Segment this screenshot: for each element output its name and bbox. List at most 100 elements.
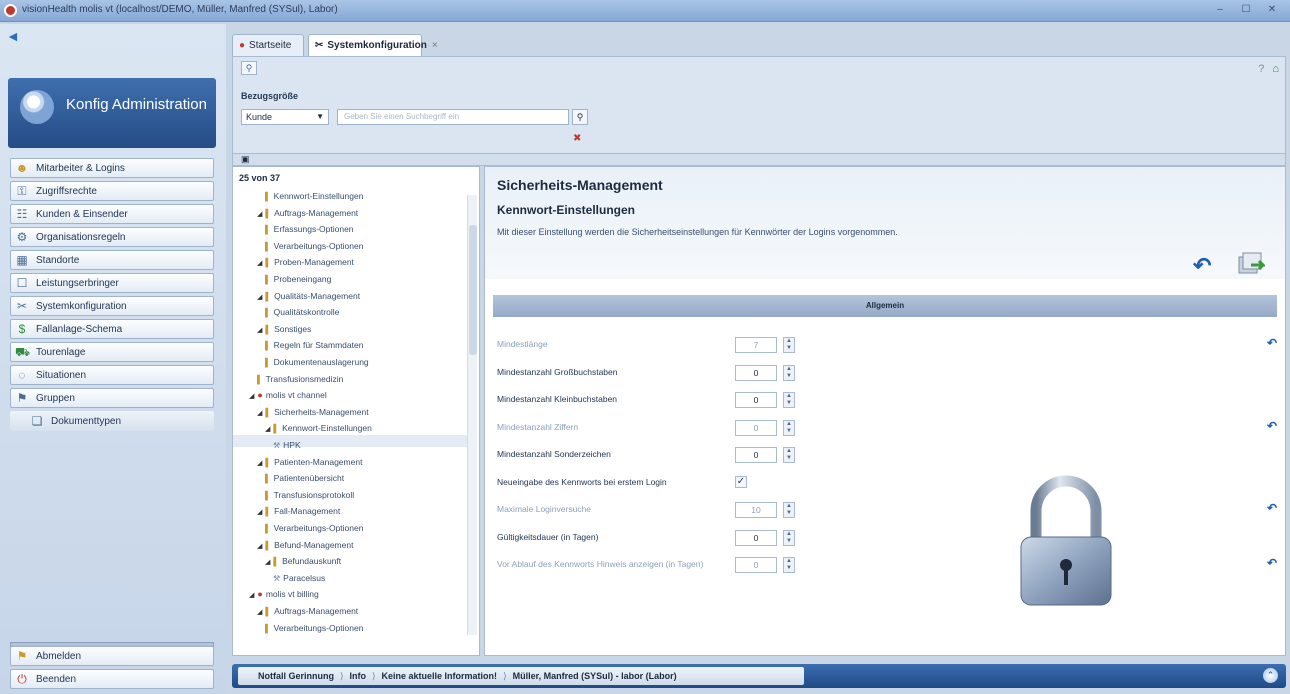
- nav-item-fallanlage-schema[interactable]: $ Fallanlage-Schema: [10, 319, 214, 339]
- tree-node[interactable]: ▌ Transfusionsprotokoll: [265, 490, 354, 500]
- expand-status-icon[interactable]: ⌃: [1263, 668, 1278, 683]
- setting-value-input[interactable]: 0: [735, 557, 777, 573]
- scrollbar-thumb[interactable]: [469, 225, 477, 355]
- nav-item-kunden-einsender[interactable]: ☷ Kunden & Einsender: [10, 204, 214, 224]
- setting-stepper[interactable]: 10 ▲ ▼: [735, 502, 805, 518]
- expand-toggle-icon[interactable]: ◢: [257, 293, 262, 301]
- status-item-notfall[interactable]: Notfall Gerinnung: [258, 671, 334, 681]
- nav-item-situationen[interactable]: ◌ Situationen: [10, 365, 214, 385]
- tree-node[interactable]: ⚒ Paracelsus: [273, 573, 325, 583]
- setting-stepper[interactable]: 0 ▲ ▼: [735, 419, 805, 436]
- tree-node[interactable]: ◢ ▌ Auftrags-Management: [257, 208, 358, 218]
- tree-node[interactable]: ▌ Dokumentenauslagerung: [265, 357, 369, 367]
- setting-stepper[interactable]: 0 ▲ ▼: [735, 447, 805, 463]
- tree-node[interactable]: ◢ ▌ Auftrags-Management: [257, 606, 358, 616]
- expand-toggle-icon[interactable]: ◢: [257, 210, 262, 218]
- status-item-information[interactable]: Keine aktuelle Information!: [382, 671, 498, 681]
- logout-button[interactable]: ⚑ Abmelden: [10, 646, 214, 666]
- reset-setting-icon[interactable]: ↶: [1267, 501, 1277, 515]
- close-window-button[interactable]: ✕: [1262, 3, 1282, 17]
- stepper-arrows-icon[interactable]: ▲ ▼: [783, 337, 795, 353]
- tree-node[interactable]: ▌ Transfusionsmedizin: [257, 374, 343, 384]
- tree-node[interactable]: ▌ Patientenübersicht: [265, 473, 344, 483]
- minimize-button[interactable]: –: [1210, 3, 1230, 17]
- setting-stepper[interactable]: 7 ▲ ▼: [735, 337, 805, 353]
- tree-node[interactable]: ◢ ▌ Befund-Management: [257, 540, 353, 550]
- expand-toggle-icon[interactable]: ◢: [265, 425, 270, 433]
- reset-setting-icon[interactable]: ↶: [1267, 556, 1277, 570]
- tree-node[interactable]: ▌ Kennwort-Einstellungen: [265, 191, 363, 201]
- setting-value-input[interactable]: 0: [735, 419, 777, 436]
- clear-search-icon[interactable]: ✖: [573, 133, 581, 144]
- expand-toggle-icon[interactable]: ◢: [257, 542, 262, 550]
- nav-item-leistungserbringer[interactable]: ☐ Leistungserbringer: [10, 273, 214, 293]
- save-icon[interactable]: ▣: [241, 154, 250, 165]
- setting-stepper[interactable]: 0 ▲ ▼: [735, 529, 805, 546]
- nav-item-organisationsregeln[interactable]: ⚙ Organisationsregeln: [10, 227, 214, 247]
- nav-item-standorte[interactable]: ▦ Standorte: [10, 250, 214, 270]
- tree-node[interactable]: ▌ Qualitätskontrolle: [265, 307, 339, 317]
- expand-toggle-icon[interactable]: ◢: [249, 392, 254, 400]
- nav-item-zugriffsrechte[interactable]: ⚿ Zugriffsrechte: [10, 181, 214, 201]
- tree-node[interactable]: ▌ Regeln für Stammdaten: [265, 340, 363, 350]
- stepper-arrows-icon[interactable]: ▲ ▼: [783, 364, 795, 381]
- setting-stepper[interactable]: 0 ▲ ▼: [735, 557, 805, 573]
- setting-value-input[interactable]: 0: [735, 392, 777, 408]
- first-login-checkbox[interactable]: ✓: [735, 475, 747, 488]
- expand-toggle-icon[interactable]: ◢: [257, 459, 262, 467]
- setting-value-input[interactable]: 10: [735, 502, 777, 518]
- nav-item-systemkonfiguration[interactable]: ✂ Systemkonfiguration: [10, 296, 214, 316]
- stepper-arrows-icon[interactable]: ▲ ▼: [783, 529, 795, 546]
- stepper-arrows-icon[interactable]: ▲ ▼: [783, 502, 795, 518]
- expand-toggle-icon[interactable]: ◢: [257, 409, 262, 417]
- tab-systemkonfiguration[interactable]: ✂ Systemkonfiguration ×: [308, 34, 438, 56]
- bezug-select[interactable]: Kunde ▼: [241, 109, 329, 125]
- tree-node[interactable]: ◢ ● molis vt billing: [249, 589, 319, 599]
- reset-setting-icon[interactable]: ↶: [1267, 419, 1277, 433]
- expand-toggle-icon[interactable]: ◢: [257, 508, 262, 516]
- tree-node[interactable]: ◢ ▌ Sonstiges: [257, 324, 311, 334]
- tree-node[interactable]: ◢ ▌ Sicherheits-Management: [257, 407, 369, 417]
- tree-node[interactable]: ▌ Verarbeitungs-Optionen: [265, 623, 363, 633]
- setting-value-input[interactable]: 7: [735, 337, 777, 353]
- setting-value-input[interactable]: 0: [735, 364, 777, 381]
- tab-startseite[interactable]: ● Startseite: [232, 34, 304, 56]
- status-item-user[interactable]: Müller, Manfred (SYSul) - labor (Labor): [513, 671, 677, 681]
- tree-node[interactable]: ▌ Verarbeitungs-Optionen: [265, 523, 363, 533]
- nav-item-tourenlage[interactable]: ⛟ Tourenlage: [10, 342, 214, 362]
- tree-node[interactable]: ▌ Erfassungs-Optionen: [265, 224, 354, 234]
- stepper-arrows-icon[interactable]: ▲ ▼: [783, 447, 795, 463]
- exit-button[interactable]: ⏻ Beenden: [10, 669, 214, 689]
- tree-node[interactable]: ◢ ▌ Kennwort-Einstellungen: [265, 423, 372, 433]
- nav-item-dokumenttypen[interactable]: ❏ Dokumenttypen: [10, 411, 214, 431]
- expand-toggle-icon[interactable]: ◢: [257, 259, 262, 267]
- expand-toggle-icon[interactable]: ◢: [257, 326, 262, 334]
- expand-toggle-icon[interactable]: ◢: [265, 558, 270, 566]
- nav-item-mitarbeiter-logins[interactable]: ☻ Mitarbeiter & Logins: [10, 158, 214, 178]
- reset-setting-icon[interactable]: ↶: [1267, 336, 1277, 350]
- export-icon[interactable]: [1237, 251, 1265, 277]
- tree-node[interactable]: ◢ ▌ Proben-Management: [257, 257, 354, 267]
- undo-all-icon[interactable]: ↶: [1193, 253, 1211, 279]
- tree-scrollbar[interactable]: [467, 195, 477, 635]
- close-tab-icon[interactable]: ×: [432, 40, 438, 51]
- tree-node[interactable]: ▌ Probeneingang: [265, 274, 331, 284]
- stepper-arrows-icon[interactable]: ▲ ▼: [783, 392, 795, 408]
- tree-node[interactable]: ◢ ▌ Befundauskunft: [265, 556, 341, 566]
- maximize-button[interactable]: ☐: [1236, 3, 1256, 17]
- setting-stepper[interactable]: 0 ▲ ▼: [735, 392, 805, 408]
- tree-node[interactable]: ▌ Verarbeitungs-Optionen: [265, 241, 363, 251]
- setting-value-input[interactable]: 0: [735, 529, 777, 546]
- back-arrow-icon[interactable]: ◄: [6, 28, 20, 44]
- setting-stepper[interactable]: 0 ▲ ▼: [735, 364, 805, 381]
- stepper-arrows-icon[interactable]: ▲ ▼: [783, 557, 795, 573]
- nav-item-gruppen[interactable]: ⚑ Gruppen: [10, 388, 214, 408]
- setting-value-input[interactable]: 0: [735, 447, 777, 463]
- expand-toggle-icon[interactable]: ◢: [257, 608, 262, 616]
- tree-node[interactable]: ◢ ▌ Fall-Management: [257, 506, 340, 516]
- home-nav-icon[interactable]: ⌂: [1272, 63, 1279, 75]
- search-icon[interactable]: ⚲: [241, 61, 257, 75]
- search-button[interactable]: ⚲: [572, 109, 588, 125]
- tree-node[interactable]: ⚒ HPK: [273, 440, 301, 450]
- help-icon[interactable]: ?: [1258, 63, 1264, 75]
